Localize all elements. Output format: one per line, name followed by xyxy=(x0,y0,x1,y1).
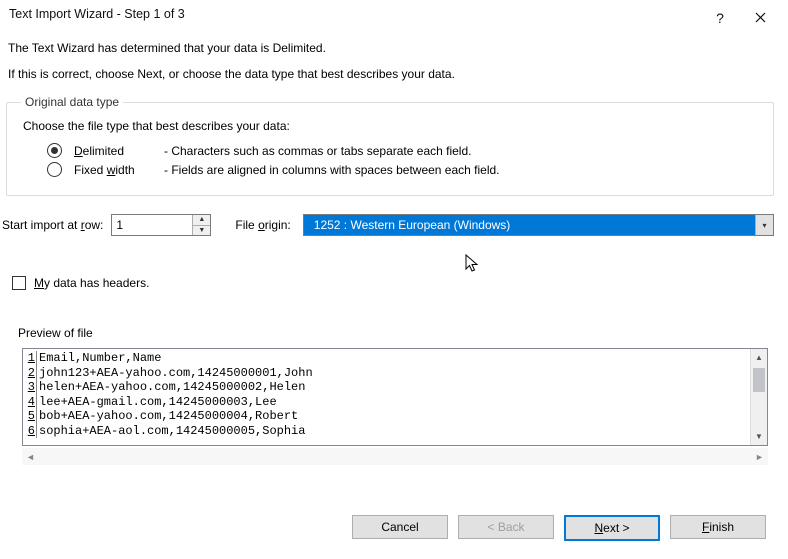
close-button[interactable] xyxy=(740,6,780,29)
radio-fixed-width-indicator xyxy=(47,162,62,177)
scroll-down-arrow[interactable]: ▼ xyxy=(751,428,767,445)
scroll-track[interactable] xyxy=(751,366,767,428)
dialog-body: The Text Wizard has determined that your… xyxy=(0,31,788,559)
spinner-buttons: ▲ ▼ xyxy=(192,215,210,235)
chevron-down-icon: ▾ xyxy=(762,221,766,230)
back-button: < Back xyxy=(458,515,554,539)
preview-content: 1Email,Number,Name 2john123+AEA-yahoo.co… xyxy=(23,349,767,438)
scroll-up-arrow[interactable]: ▲ xyxy=(751,349,767,366)
file-origin-value: 1252 : Western European (Windows) xyxy=(304,215,755,235)
start-row-input[interactable] xyxy=(112,215,192,235)
text-import-wizard-dialog: Text Import Wizard - Step 1 of 3 ? The T… xyxy=(0,0,788,559)
preview-line: 1Email,Number,Name xyxy=(23,351,767,366)
group-legend: Original data type xyxy=(21,95,123,109)
finish-button[interactable]: Finish xyxy=(670,515,766,539)
headers-checkbox-label: My data has headers. xyxy=(34,276,149,290)
preview-line: 2john123+AEA-yahoo.com,14245000001,John xyxy=(23,366,767,381)
close-icon xyxy=(755,12,766,23)
cancel-button[interactable]: Cancel xyxy=(352,515,448,539)
intro-text-2: If this is correct, choose Next, or choo… xyxy=(8,67,774,81)
radio-delimited-indicator xyxy=(47,143,62,158)
titlebar: Text Import Wizard - Step 1 of 3 ? xyxy=(0,0,788,31)
scroll-right-arrow[interactable]: ► xyxy=(751,448,768,465)
preview-line: 5bob+AEA-yahoo.com,14245000004,Robert xyxy=(23,409,767,424)
intro-text-1: The Text Wizard has determined that your… xyxy=(8,41,774,55)
dialog-footer: Cancel < Back Next > Finish xyxy=(6,505,774,547)
window-title: Text Import Wizard - Step 1 of 3 xyxy=(9,6,700,21)
radio-delimited[interactable]: Delimited - Characters such as commas or… xyxy=(47,143,761,158)
headers-checkbox[interactable] xyxy=(12,276,26,290)
preview-vertical-scrollbar[interactable]: ▲ ▼ xyxy=(750,349,767,445)
scroll-left-arrow[interactable]: ◄ xyxy=(22,448,39,465)
file-origin-label: File origin: xyxy=(235,218,290,232)
start-row-spinner[interactable]: ▲ ▼ xyxy=(111,214,211,236)
radio-fixed-width-desc: - Fields are aligned in columns with spa… xyxy=(164,163,500,177)
next-button[interactable]: Next > xyxy=(564,515,660,541)
radio-fixed-width-label: Fixed width xyxy=(74,163,160,177)
original-data-type-group: Original data type Choose the file type … xyxy=(6,95,774,196)
preview-label: Preview of file xyxy=(18,326,774,340)
spinner-up[interactable]: ▲ xyxy=(193,215,210,226)
preview-line: 4lee+AEA-gmail.com,14245000003,Lee xyxy=(23,395,767,410)
file-origin-select[interactable]: 1252 : Western European (Windows) ▾ xyxy=(303,214,774,236)
preview-line: 6sophia+AEA-aol.com,14245000005,Sophia xyxy=(23,424,767,439)
preview-horizontal-scrollbar[interactable]: ◄ ► xyxy=(22,448,768,465)
start-row-label: Start import at row: xyxy=(2,218,103,232)
help-button[interactable]: ? xyxy=(700,6,740,29)
radio-delimited-desc: - Characters such as commas or tabs sepa… xyxy=(164,144,471,158)
radio-fixed-width[interactable]: Fixed width - Fields are aligned in colu… xyxy=(47,162,761,177)
import-settings-row: Start import at row: ▲ ▼ File origin: 12… xyxy=(6,214,774,236)
preview-line: 3helen+AEA-yahoo.com,14245000002,Helen xyxy=(23,380,767,395)
radio-delimited-label: Delimited xyxy=(74,144,160,158)
preview-box: 1Email,Number,Name 2john123+AEA-yahoo.co… xyxy=(22,348,768,446)
file-origin-dropdown-button[interactable]: ▾ xyxy=(755,215,773,235)
spinner-down[interactable]: ▼ xyxy=(193,226,210,236)
headers-checkbox-row[interactable]: My data has headers. xyxy=(12,276,774,290)
group-description: Choose the file type that best describes… xyxy=(23,119,761,133)
scroll-thumb[interactable] xyxy=(753,368,765,392)
